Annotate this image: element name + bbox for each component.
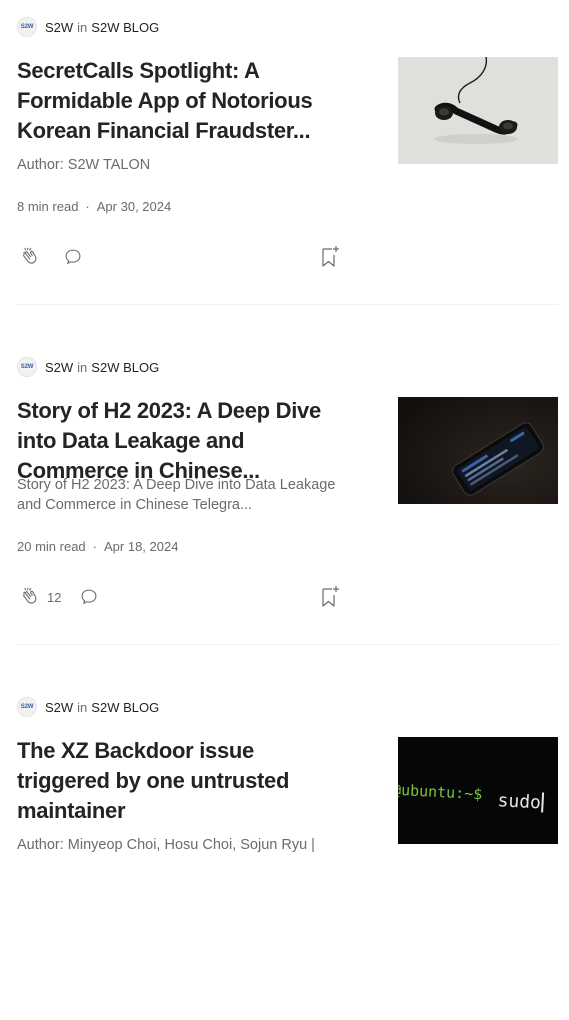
article-feed: S2W S2W in S2W BLOG SecretCalls Spotligh… — [0, 0, 569, 1020]
in-label: in — [77, 699, 88, 715]
article-actions — [17, 244, 347, 270]
article-title[interactable]: Story of H2 2023: A Deep Dive into Data … — [17, 396, 352, 486]
publication-avatar[interactable]: S2W — [17, 357, 37, 377]
publication-avatar[interactable]: S2W — [17, 17, 37, 37]
terminal-command: sudo — [497, 790, 541, 813]
comment-icon[interactable] — [62, 246, 84, 268]
author-name[interactable]: S2W — [45, 20, 73, 35]
article-card: S2W S2W in S2W BLOG Story of H2 2023: A … — [0, 340, 569, 680]
publication-avatar[interactable]: S2W — [17, 697, 37, 717]
article-thumbnail[interactable] — [398, 397, 558, 504]
terminal-sudo-image: @ubuntu:~$ sudo — [398, 737, 558, 844]
article-divider — [16, 304, 558, 305]
bookmark-add-icon[interactable] — [319, 584, 341, 610]
article-subtitle[interactable]: Author: S2W TALON — [17, 155, 347, 175]
publication-name[interactable]: S2W BLOG — [91, 360, 159, 375]
publication-name[interactable]: S2W BLOG — [91, 20, 159, 35]
article-actions: 12 — [17, 584, 347, 610]
publish-date: Apr 30, 2024 — [96, 199, 172, 214]
publication-row: S2W S2W in S2W BLOG — [17, 357, 159, 377]
read-time: 8 min read — [17, 199, 79, 214]
article-title[interactable]: The XZ Backdoor issue triggered by one u… — [17, 736, 352, 826]
clap-count: 12 — [47, 589, 62, 605]
article-divider — [16, 644, 558, 645]
article-title[interactable]: SecretCalls Spotlight: A Formidable App … — [17, 56, 352, 146]
comment-icon[interactable] — [78, 586, 100, 608]
article-subtitle[interactable]: Story of H2 2023: A Deep Dive into Data … — [17, 475, 347, 515]
article-card: S2W S2W in S2W BLOG The XZ Backdoor issu… — [0, 680, 569, 1020]
article-thumbnail[interactable] — [398, 57, 558, 164]
author-name[interactable]: S2W — [45, 360, 73, 375]
article-card: S2W S2W in S2W BLOG SecretCalls Spotligh… — [0, 0, 569, 340]
publication-name[interactable]: S2W BLOG — [91, 700, 159, 715]
meta-separator: · — [85, 199, 90, 214]
smartphone-dark-image — [398, 397, 558, 504]
meta-separator: · — [92, 539, 97, 554]
publish-date: Apr 18, 2024 — [104, 539, 179, 554]
bookmark-add-icon[interactable] — [319, 244, 341, 270]
article-subtitle[interactable]: Author: Minyeop Choi, Hosu Choi, Sojun R… — [17, 835, 347, 855]
clap-button[interactable] — [17, 244, 47, 270]
article-meta: 8 min read · Apr 30, 2024 — [17, 199, 171, 214]
in-label: in — [77, 359, 88, 375]
publication-row: S2W S2W in S2W BLOG — [17, 17, 159, 37]
clap-icon — [22, 247, 37, 264]
telephone-handset-image — [398, 57, 558, 164]
clap-icon — [22, 587, 37, 604]
read-time: 20 min read — [17, 539, 86, 554]
in-label: in — [77, 19, 88, 35]
author-name[interactable]: S2W — [45, 700, 73, 715]
article-thumbnail[interactable]: @ubuntu:~$ sudo — [398, 737, 558, 844]
article-meta: 20 min read · Apr 18, 2024 — [17, 539, 178, 554]
publication-row: S2W S2W in S2W BLOG — [17, 697, 159, 717]
clap-button[interactable]: 12 — [17, 584, 61, 610]
